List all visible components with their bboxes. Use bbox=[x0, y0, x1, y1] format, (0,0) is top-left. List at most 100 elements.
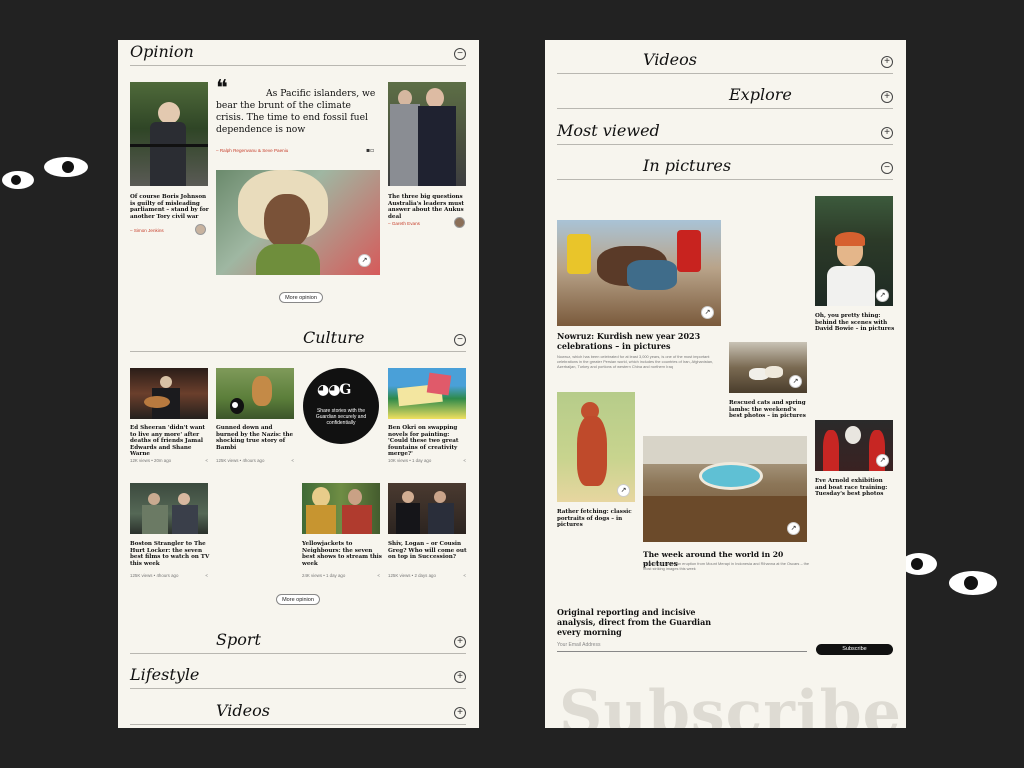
email-placeholder: Your Email Address bbox=[557, 642, 601, 648]
boris-photo[interactable] bbox=[130, 82, 208, 186]
section-videos[interactable]: Videos + bbox=[557, 48, 893, 74]
section-most-viewed[interactable]: Most viewed + bbox=[557, 119, 893, 145]
expand-icon[interactable]: + bbox=[454, 636, 466, 648]
culture-headline[interactable]: Ben Okri on swapping novels for painting… bbox=[388, 425, 468, 458]
share-icon[interactable]: < bbox=[205, 573, 208, 578]
subscribe-watermark: Subscribe bbox=[559, 678, 902, 728]
article-meta: 10K views • 1 day ago < bbox=[388, 458, 466, 463]
section-title: In pictures bbox=[643, 156, 732, 175]
opinion-quote[interactable]: As Pacific islanders, we bear the brunt … bbox=[216, 88, 376, 136]
subscribe-headline: Original reporting and incisive analysis… bbox=[557, 607, 712, 637]
timestamp: 4hours ago bbox=[242, 458, 265, 463]
eyes-icon bbox=[905, 553, 997, 595]
views-count: 125K views bbox=[216, 458, 239, 463]
gallery-headline[interactable]: Eve Arnold exhibition and boat race trai… bbox=[815, 478, 895, 498]
expand-icon[interactable]: + bbox=[454, 671, 466, 683]
open-arrow-icon[interactable]: ↗ bbox=[617, 484, 630, 497]
timestamp: 1 day ago bbox=[412, 458, 432, 463]
culture-photo[interactable] bbox=[130, 368, 208, 419]
quote-author[interactable]: – Ralph Regenvanu & Seve Paeniu bbox=[216, 148, 288, 153]
nowruz-photo[interactable] bbox=[557, 220, 721, 326]
culture-photo[interactable] bbox=[130, 483, 208, 534]
article-meta: 12K views • 20m ago < bbox=[130, 458, 208, 463]
section-title: Sport bbox=[216, 630, 261, 649]
share-stories-cta[interactable]: ◕◕G Share stories with the Guardian secu… bbox=[303, 368, 379, 444]
views-count: 10K views bbox=[388, 458, 409, 463]
section-in-pictures[interactable]: In pictures − bbox=[557, 154, 893, 180]
share-icon[interactable]: < bbox=[463, 573, 466, 578]
collapse-icon[interactable]: − bbox=[454, 334, 466, 346]
more-opinion-button[interactable]: More opinion bbox=[279, 292, 323, 303]
views-count: 125K views bbox=[388, 573, 411, 578]
section-explore[interactable]: Explore + bbox=[557, 83, 893, 109]
culture-headline[interactable]: Yellowjackets to Neighbours: the seven b… bbox=[302, 541, 382, 567]
world-photo[interactable] bbox=[643, 436, 807, 542]
timestamp: 20m ago bbox=[154, 458, 172, 463]
author-name[interactable]: – Simon Jenkins bbox=[130, 228, 164, 233]
politicians-photo[interactable] bbox=[388, 82, 466, 186]
email-field[interactable]: Your Email Address bbox=[557, 638, 807, 652]
open-arrow-icon[interactable]: ↗ bbox=[701, 306, 714, 319]
share-icon[interactable]: < bbox=[205, 458, 208, 463]
author-name[interactable]: – Gareth Evans bbox=[388, 221, 420, 226]
gallery-headline[interactable]: Oh, you pretty thing: behind the scenes … bbox=[815, 313, 895, 333]
article-meta: 125K views • 2 days ago < bbox=[388, 573, 466, 578]
views-count: 24K views bbox=[302, 573, 323, 578]
culture-photo[interactable] bbox=[216, 368, 294, 419]
culture-headline[interactable]: Boston Strangler to The Hurt Locker: the… bbox=[130, 541, 210, 567]
gallery-headline[interactable]: Rather fetching: classic portraits of do… bbox=[557, 509, 637, 529]
expand-icon[interactable]: + bbox=[881, 127, 893, 139]
open-arrow-icon[interactable]: ↗ bbox=[789, 375, 802, 388]
guardian-eyes-icon: ◕◕G bbox=[317, 382, 351, 398]
avatar bbox=[195, 224, 206, 235]
collapse-icon[interactable]: − bbox=[454, 48, 466, 60]
open-arrow-icon[interactable]: ↗ bbox=[876, 454, 889, 467]
section-opinion[interactable]: Opinion − bbox=[130, 40, 466, 66]
subscribe-button[interactable]: Subscribe bbox=[816, 644, 893, 655]
timestamp: 1 day ago bbox=[326, 573, 346, 578]
expand-icon[interactable]: + bbox=[881, 56, 893, 68]
open-arrow-icon[interactable]: ↗ bbox=[358, 254, 371, 267]
culture-headline[interactable]: Gunned down and burned by the Nazis: the… bbox=[216, 425, 296, 451]
comment-icon[interactable]: ▪▫ bbox=[366, 147, 374, 154]
opinion-headline[interactable]: Of course Boris Johnson is guilty of mis… bbox=[130, 194, 210, 220]
expand-icon[interactable]: + bbox=[881, 91, 893, 103]
gallery-headline[interactable]: Nowruz: Kurdish new year 2023 celebratio… bbox=[557, 331, 707, 351]
share-icon[interactable]: < bbox=[463, 458, 466, 463]
section-culture[interactable]: Culture − bbox=[130, 326, 466, 352]
gallery-headline[interactable]: Rescued cats and spring lambs: the weeke… bbox=[729, 400, 809, 420]
article-meta: 24K views • 1 day ago < bbox=[302, 573, 380, 578]
share-icon[interactable]: < bbox=[377, 573, 380, 578]
gallery-description: Protests in France, an eruption from Mou… bbox=[643, 561, 810, 571]
share-icon[interactable]: < bbox=[291, 458, 294, 463]
section-title: Lifestyle bbox=[130, 665, 200, 684]
views-count: 12K views bbox=[130, 458, 151, 463]
right-panel: Videos + Explore + Most viewed + In pict… bbox=[545, 40, 906, 728]
culture-photo[interactable] bbox=[388, 483, 466, 534]
culture-headline[interactable]: Shiv, Logan – or Cousin Greg? Who will c… bbox=[388, 541, 468, 561]
culture-photo[interactable] bbox=[388, 368, 466, 419]
article-meta: 125K views • 4hours ago < bbox=[216, 458, 294, 463]
open-arrow-icon[interactable]: ↗ bbox=[876, 289, 889, 302]
opinion-headline[interactable]: The three big questions Australia's lead… bbox=[388, 194, 468, 220]
section-title: Culture bbox=[303, 328, 365, 347]
feature-photo[interactable] bbox=[216, 170, 380, 275]
section-sport[interactable]: Sport + bbox=[130, 628, 466, 654]
left-panel: Opinion − Of course Boris Johnson is gui… bbox=[118, 40, 479, 728]
article-meta: 125K views • 4hours ago < bbox=[130, 573, 208, 578]
section-videos[interactable]: Videos + bbox=[130, 699, 466, 725]
more-culture-button[interactable]: More opinion bbox=[276, 594, 320, 605]
timestamp: 2 days ago bbox=[414, 573, 436, 578]
section-title: Most viewed bbox=[557, 121, 660, 140]
views-count: 125K views bbox=[130, 573, 153, 578]
culture-photo[interactable] bbox=[302, 483, 380, 534]
open-arrow-icon[interactable]: ↗ bbox=[787, 522, 800, 535]
section-lifestyle[interactable]: Lifestyle + bbox=[130, 663, 466, 689]
culture-headline[interactable]: Ed Sheeran 'didn't want to live any more… bbox=[130, 425, 210, 458]
gallery-description: Nowruz, which has been celebrated for at… bbox=[557, 354, 714, 369]
expand-icon[interactable]: + bbox=[454, 707, 466, 719]
section-title: Explore bbox=[729, 85, 792, 104]
collapse-icon[interactable]: − bbox=[881, 162, 893, 174]
section-title: Videos bbox=[216, 701, 270, 720]
section-title: Videos bbox=[643, 50, 697, 69]
